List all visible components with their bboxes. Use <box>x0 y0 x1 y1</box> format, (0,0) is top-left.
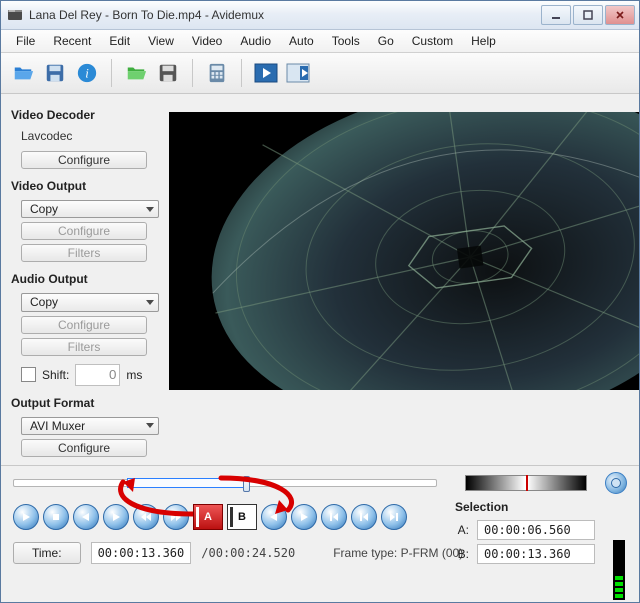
menu-auto[interactable]: Auto <box>280 31 323 51</box>
video-output-value: Copy <box>30 202 58 216</box>
prev-black-button[interactable] <box>321 504 347 530</box>
menu-file[interactable]: File <box>7 31 44 51</box>
audio-output-value: Copy <box>30 295 58 309</box>
set-marker-a-button[interactable]: A <box>193 504 223 530</box>
goto-start-button[interactable] <box>351 504 377 530</box>
goto-end-button[interactable] <box>381 504 407 530</box>
output-format-heading: Output Format <box>11 396 159 410</box>
play-overlay-alt-icon[interactable] <box>284 59 312 87</box>
bottom-panel: A B Selection A: 00:00:06.560 B: 00:00:13.… <box>1 465 639 602</box>
audio-output-select[interactable]: Copy <box>21 293 159 311</box>
menu-tools[interactable]: Tools <box>323 31 369 51</box>
stop-button[interactable] <box>43 504 69 530</box>
output-format-value: AVI Muxer <box>30 419 85 433</box>
scrub-control[interactable] <box>465 475 587 491</box>
frame-type: Frame type: P-FRM (00) <box>333 546 463 560</box>
info-icon[interactable]: i <box>73 59 101 87</box>
menu-audio[interactable]: Audio <box>231 31 280 51</box>
time-current-input[interactable]: 00:00:13.360 <box>91 542 192 564</box>
shift-checkbox[interactable] <box>21 367 36 382</box>
side-panel: Video Decoder Lavcodec Configure Video O… <box>1 94 169 465</box>
audio-meter <box>613 540 625 600</box>
prev-frame-button[interactable] <box>73 504 99 530</box>
save-icon[interactable] <box>41 59 69 87</box>
menu-custom[interactable]: Custom <box>403 31 462 51</box>
audio-output-configure-button[interactable]: Configure <box>21 316 147 334</box>
calculator-icon[interactable] <box>203 59 231 87</box>
video-decoder-heading: Video Decoder <box>11 108 159 122</box>
close-button[interactable] <box>605 5 635 25</box>
minimize-button[interactable] <box>541 5 571 25</box>
prev-cut-button[interactable] <box>261 504 287 530</box>
app-icon <box>7 7 23 23</box>
selection-block: Selection A: 00:00:06.560 B: 00:00:13.360 <box>455 500 625 568</box>
menu-go[interactable]: Go <box>369 31 403 51</box>
shift-input[interactable] <box>75 364 120 386</box>
output-format-configure-button[interactable]: Configure <box>21 439 147 457</box>
time-label-button[interactable]: Time: <box>13 542 81 564</box>
play-button[interactable] <box>13 504 39 530</box>
next-cut-button[interactable] <box>291 504 317 530</box>
video-output-filters-button[interactable]: Filters <box>21 244 147 262</box>
menubar: File Recent Edit View Video Audio Auto T… <box>1 30 639 53</box>
menu-video[interactable]: Video <box>183 31 231 51</box>
video-area <box>169 94 639 465</box>
menu-edit[interactable]: Edit <box>100 31 139 51</box>
selection-b-value[interactable]: 00:00:13.360 <box>477 544 595 564</box>
jog-wheel[interactable] <box>605 472 627 494</box>
chevron-down-icon <box>146 207 154 212</box>
chevron-down-icon <box>146 300 154 305</box>
shift-unit: ms <box>126 368 142 382</box>
open-icon[interactable] <box>9 59 37 87</box>
video-preview <box>169 112 639 390</box>
marker-b-label: B <box>238 511 246 523</box>
open-video-icon[interactable] <box>122 59 150 87</box>
video-decoder-configure-button[interactable]: Configure <box>21 151 147 169</box>
titlebar: Lana Del Rey - Born To Die.mp4 - Avidemu… <box>1 1 639 30</box>
audio-output-filters-button[interactable]: Filters <box>21 338 147 356</box>
selection-b-label: B: <box>455 547 469 561</box>
marker-a-label: A <box>204 511 212 523</box>
menu-view[interactable]: View <box>139 31 183 51</box>
seek-slider[interactable] <box>13 479 437 487</box>
maximize-button[interactable] <box>573 5 603 25</box>
selection-a-value[interactable]: 00:00:06.560 <box>477 520 595 540</box>
next-keyframe-button[interactable] <box>163 504 189 530</box>
menu-recent[interactable]: Recent <box>44 31 100 51</box>
next-frame-button[interactable] <box>103 504 129 530</box>
selection-a-label: A: <box>455 523 469 537</box>
chevron-down-icon <box>146 423 154 428</box>
seek-selection-range <box>127 478 247 488</box>
shift-label: Shift: <box>42 368 69 382</box>
svg-text:i: i <box>85 67 89 81</box>
time-total: /00:00:24.520 <box>201 546 295 560</box>
save-video-icon[interactable] <box>154 59 182 87</box>
window-title: Lana Del Rey - Born To Die.mp4 - Avidemu… <box>29 8 541 22</box>
menu-help[interactable]: Help <box>462 31 505 51</box>
video-output-select[interactable]: Copy <box>21 200 159 218</box>
audio-output-heading: Audio Output <box>11 272 159 286</box>
prev-keyframe-button[interactable] <box>133 504 159 530</box>
play-overlay-icon[interactable] <box>252 59 280 87</box>
selection-heading: Selection <box>455 500 625 514</box>
toolbar: i <box>1 53 639 94</box>
video-decoder-codec: Lavcodec <box>21 129 159 143</box>
output-format-select[interactable]: AVI Muxer <box>21 417 159 435</box>
video-output-configure-button[interactable]: Configure <box>21 222 147 240</box>
seek-thumb[interactable] <box>243 476 250 492</box>
set-marker-b-button[interactable]: B <box>227 504 257 530</box>
video-output-heading: Video Output <box>11 179 159 193</box>
